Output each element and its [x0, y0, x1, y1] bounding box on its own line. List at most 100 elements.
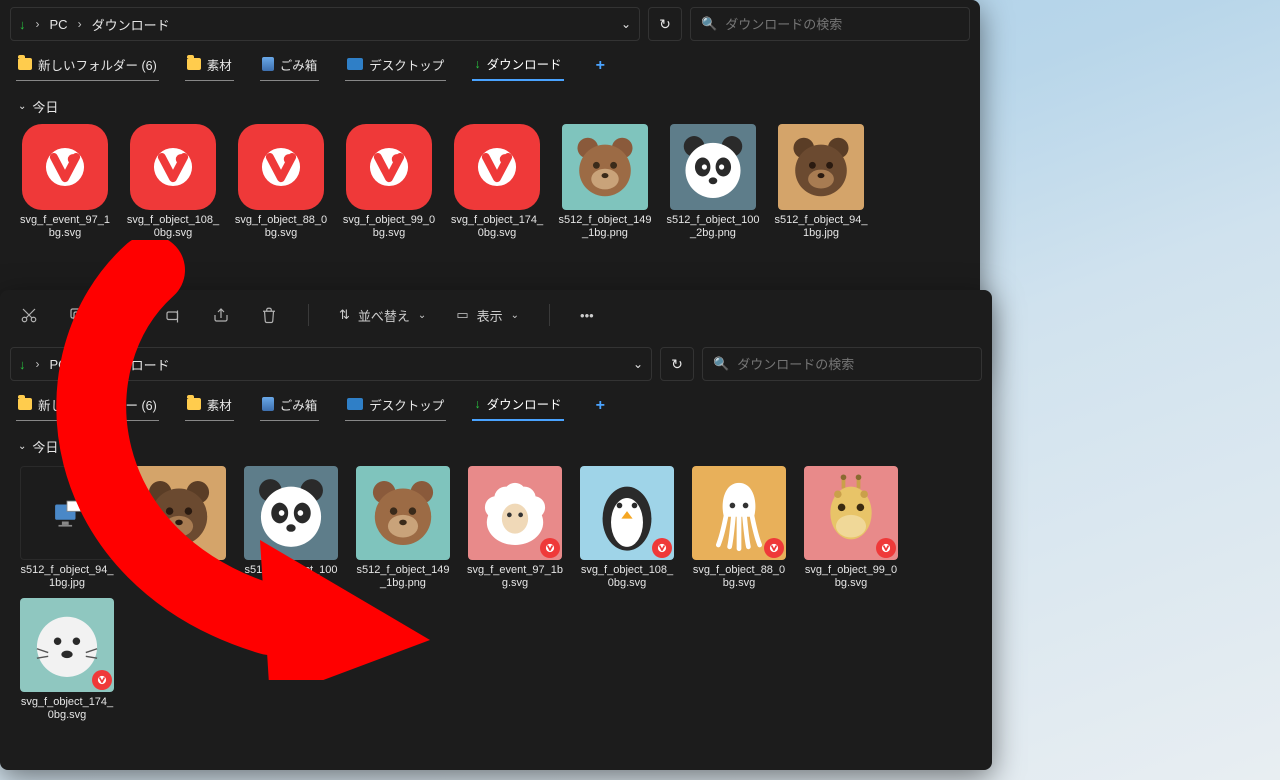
vivaldi-badge-icon: [764, 538, 784, 558]
folder-tabs: 新しいフォルダー (6) 素材 ごみ箱 デスクトップ ↓ダウンロード +: [0, 48, 980, 89]
tab-new-folder[interactable]: 新しいフォルダー (6): [16, 391, 159, 421]
file-name: s512_f_object_149_1bg.png: [354, 564, 452, 590]
tab-materials[interactable]: 素材: [185, 51, 234, 81]
file-item[interactable]: svg_f_object_174_0bg.svg: [18, 598, 116, 722]
vivaldi-icon: [238, 124, 324, 210]
downloads-icon: ↓: [19, 357, 26, 372]
tab-desktop[interactable]: デスクトップ: [345, 391, 446, 421]
file-item[interactable]: svg_f_event_97_1bg.svg: [466, 466, 564, 590]
delete-icon[interactable]: [260, 306, 278, 324]
search-input[interactable]: [737, 357, 971, 372]
file-item[interactable]: svg_f_object_174_0bg.svg: [450, 124, 544, 240]
loading-thumbnail: [20, 466, 114, 560]
refresh-button[interactable]: ↻: [648, 7, 682, 41]
bear-thumbnail: [562, 124, 648, 210]
crumb-pc[interactable]: PC: [50, 17, 68, 32]
sort-button[interactable]: ⇅並べ替え⌄: [339, 306, 426, 325]
tab-downloads[interactable]: ↓ダウンロード: [472, 390, 563, 421]
toolbar: ⇅並べ替え⌄ ▭表示⌄ •••: [0, 290, 992, 340]
vivaldi-badge-icon: [876, 538, 896, 558]
file-item[interactable]: s512_f_object_94_1bg.jpg: [774, 124, 868, 240]
chevron-right-icon: ›: [78, 357, 82, 371]
paste-icon[interactable]: [116, 306, 134, 324]
crumb-folder[interactable]: ダウンロード: [92, 15, 170, 34]
file-item[interactable]: svg_f_object_88_0bg.svg: [234, 124, 328, 240]
bear-thumbnail: [132, 466, 226, 560]
more-button[interactable]: •••: [580, 308, 594, 323]
file-item[interactable]: svg_f_object_99_0bg.svg: [342, 124, 436, 240]
file-name: svg_f_event_97_1bg.svg: [466, 564, 564, 590]
tab-desktop[interactable]: デスクトップ: [345, 51, 446, 81]
add-tab-button[interactable]: +: [590, 57, 611, 75]
view-icon: ▭: [456, 307, 468, 323]
file-item[interactable]: s512_f_object_149_1bg.png: [558, 124, 652, 240]
chevron-right-icon: ›: [36, 357, 40, 371]
file-item[interactable]: s512_f_object_94_1bg.jpg: [18, 466, 116, 590]
search-box[interactable]: 🔍: [690, 7, 970, 41]
tab-trash[interactable]: ごみ箱: [260, 51, 320, 81]
tab-materials[interactable]: 素材: [185, 391, 234, 421]
file-name: s512_f_object_94_1bg.jpg: [774, 214, 868, 240]
panda-thumbnail: [670, 124, 756, 210]
section-today[interactable]: ⌄ 今日: [0, 89, 980, 120]
file-item[interactable]: svg_f_object_99_0bg.svg: [802, 466, 900, 590]
bear-thumbnail: [778, 124, 864, 210]
share-icon[interactable]: [212, 306, 230, 324]
breadcrumb-box[interactable]: ↓ › PC › ダウンロード ⌄: [10, 347, 652, 381]
section-today[interactable]: ⌄ 今日: [0, 429, 992, 460]
downloads-icon: ↓: [474, 57, 480, 71]
crumb-folder[interactable]: ダウンロード: [92, 355, 170, 374]
tab-new-folder[interactable]: 新しいフォルダー (6): [16, 51, 159, 81]
search-icon: 🔍: [701, 16, 717, 32]
chevron-down-icon: ⌄: [18, 441, 26, 452]
chevron-right-icon: ›: [78, 17, 82, 31]
file-name: svg_f_object_99_0bg.svg: [802, 564, 900, 590]
chevron-down-icon: ⌄: [418, 310, 426, 321]
bear-thumbnail: [356, 466, 450, 560]
vivaldi-icon: [22, 124, 108, 210]
add-tab-button[interactable]: +: [590, 397, 611, 415]
file-name: s512_f_object_149_1bg.png: [558, 214, 652, 240]
file-item[interactable]: svg_f_object_108_0bg.svg: [126, 124, 220, 240]
desktop-icon: [347, 58, 363, 70]
file-name: svg_f_object_174_0bg.svg: [450, 214, 544, 240]
chevron-down-icon[interactable]: ⌄: [621, 17, 631, 31]
search-input[interactable]: [725, 17, 959, 32]
folder-icon: [18, 398, 32, 410]
file-item[interactable]: s512_f_object_100_2bg.png: [242, 466, 340, 590]
downloads-icon: ↓: [19, 17, 26, 32]
file-item[interactable]: s512_f_object_149_1bg.png: [354, 466, 452, 590]
search-icon: 🔍: [713, 356, 729, 372]
chevron-down-icon[interactable]: ⌄: [633, 357, 643, 371]
file-item[interactable]: svg_f_object_88_0bg.svg: [690, 466, 788, 590]
copy-icon[interactable]: [68, 306, 86, 324]
downloads-icon: ↓: [474, 397, 480, 411]
cut-icon[interactable]: [20, 306, 38, 324]
file-item[interactable]: svg_f_event_97_1bg.svg: [18, 124, 112, 240]
file-item[interactable]: s512_f_object_94_1bg.jpg: [130, 466, 228, 590]
sort-icon: ⇅: [339, 307, 350, 323]
file-item[interactable]: svg_f_object_108_0bg.svg: [578, 466, 676, 590]
view-button[interactable]: ▭表示⌄: [456, 306, 519, 325]
breadcrumb-box[interactable]: ↓ › PC › ダウンロード ⌄: [10, 7, 640, 41]
file-item[interactable]: s512_f_object_100_2bg.png: [666, 124, 760, 240]
panda-thumbnail: [244, 466, 338, 560]
file-name: svg_f_event_97_1bg.svg: [18, 214, 112, 240]
tab-downloads[interactable]: ↓ダウンロード: [472, 50, 563, 81]
chevron-down-icon: ⌄: [511, 310, 519, 321]
penguin-thumbnail: [580, 466, 674, 560]
tab-trash[interactable]: ごみ箱: [260, 391, 320, 421]
rename-icon[interactable]: [164, 306, 182, 324]
file-name: s512_f_object_100_2bg.png: [666, 214, 760, 240]
giraffe-thumbnail: [804, 466, 898, 560]
refresh-button[interactable]: ↻: [660, 347, 694, 381]
folder-tabs: 新しいフォルダー (6) 素材 ごみ箱 デスクトップ ↓ダウンロード +: [0, 388, 992, 429]
address-bar: ↓ › PC › ダウンロード ⌄ ↻ 🔍: [0, 340, 992, 388]
crumb-pc[interactable]: PC: [50, 357, 68, 372]
sheep-thumbnail: [468, 466, 562, 560]
vivaldi-badge-icon: [92, 670, 112, 690]
vivaldi-icon: [454, 124, 540, 210]
chevron-right-icon: ›: [36, 17, 40, 31]
explorer-window-after: ⇅並べ替え⌄ ▭表示⌄ ••• ↓ › PC › ダウンロード ⌄ ↻ 🔍 新し…: [0, 290, 992, 770]
search-box[interactable]: 🔍: [702, 347, 982, 381]
